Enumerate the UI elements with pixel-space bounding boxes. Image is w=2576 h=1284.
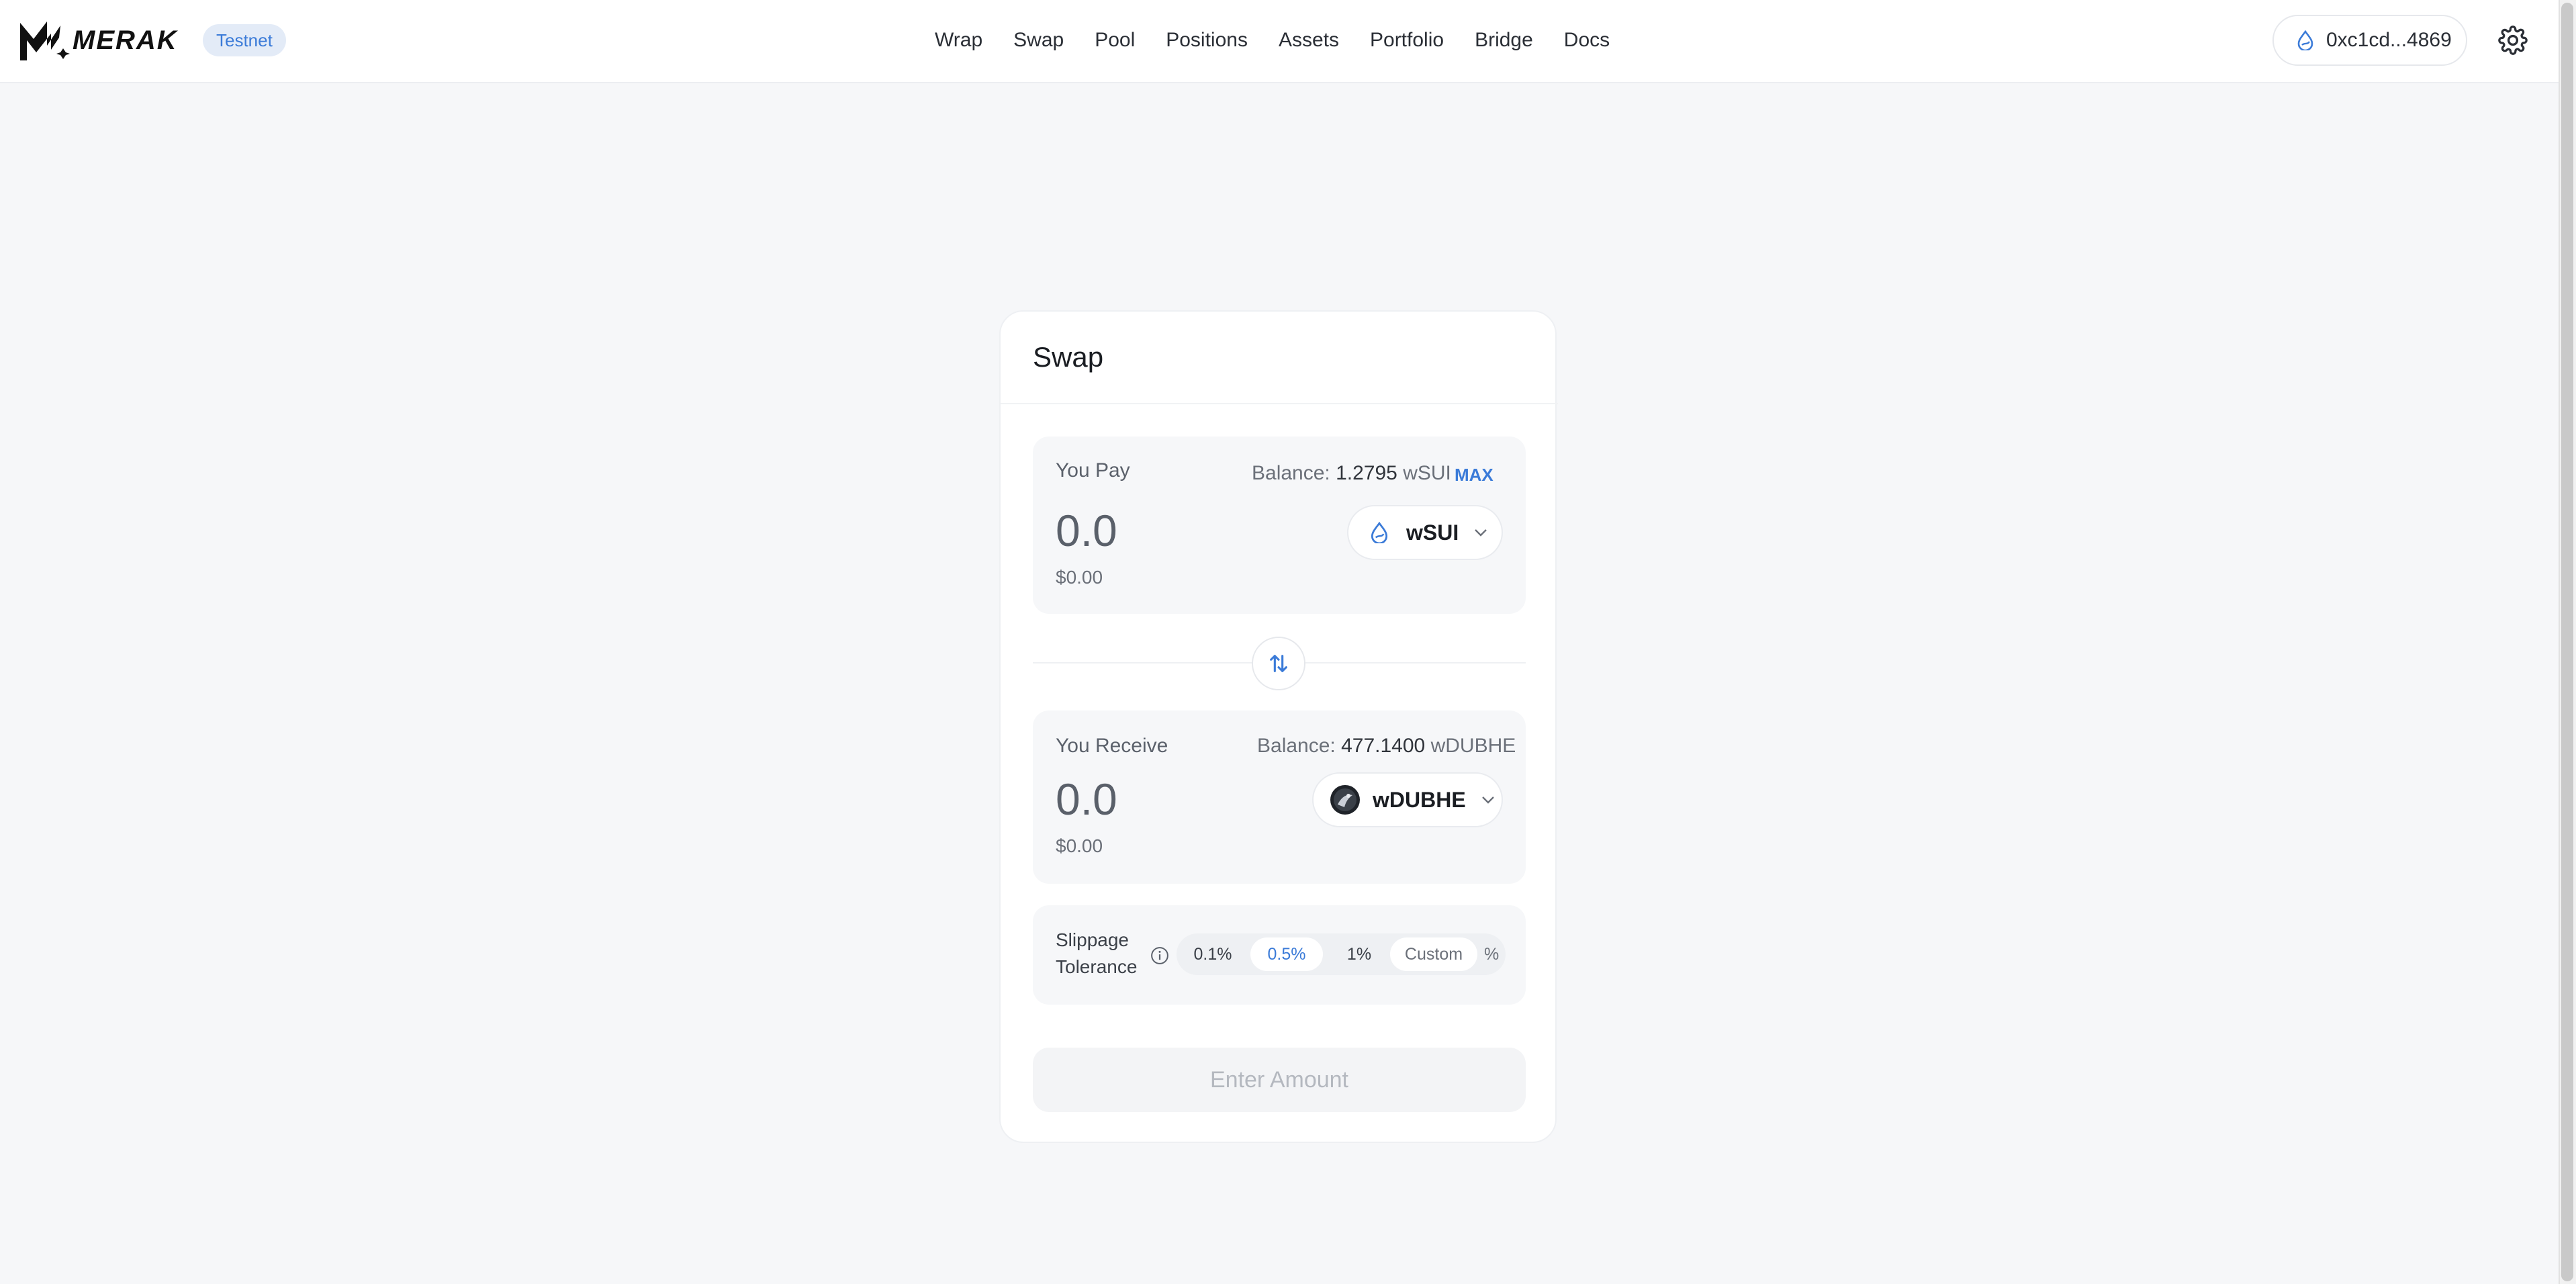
enter-amount-button[interactable]: Enter Amount [1033, 1048, 1526, 1112]
nav-assets[interactable]: Assets [1279, 26, 1339, 55]
wallet-address: 0xc1cd...4869 [2326, 29, 2452, 51]
pay-balance-prefix: Balance: [1252, 462, 1330, 484]
sui-drop-icon [1371, 522, 1388, 543]
sui-drop-icon [2297, 30, 2313, 50]
top-header: MERAK Testnet Wrap Swap Pool Positions A… [0, 0, 2559, 83]
pay-balance-token: wSUI [1403, 462, 1451, 484]
receive-balance: Balance: 477.1400 wDUBHE [1257, 735, 1516, 758]
slippage-options: 0.1% 0.5% 1% Custom % [1177, 933, 1506, 975]
merak-logo[interactable]: MERAK [19, 19, 178, 62]
receive-panel: You Receive Balance: 477.1400 wDUBHE 0.0… [1033, 710, 1526, 884]
receive-usd-value: $0.00 [1056, 835, 1103, 856]
gear-icon [2498, 26, 2528, 55]
nav-docs[interactable]: Docs [1564, 26, 1610, 55]
pay-panel: You Pay Balance: 1.2795 wSUI MAX 0.0 $0.… [1033, 437, 1526, 614]
nav-bridge[interactable]: Bridge [1475, 26, 1533, 55]
network-badge: Testnet [203, 24, 286, 56]
pay-balance: Balance: 1.2795 wSUI [1252, 462, 1451, 485]
info-icon[interactable] [1150, 946, 1170, 966]
nav-wrap[interactable]: Wrap [935, 26, 982, 55]
receive-amount-input[interactable]: 0.0 [1056, 774, 1117, 825]
nav-portfolio[interactable]: Portfolio [1370, 26, 1444, 55]
logo-wordmark: MERAK [73, 25, 178, 55]
slippage-label-line1: Slippage [1056, 929, 1129, 950]
switch-tokens-button[interactable] [1252, 637, 1305, 690]
slippage-percent-sign: % [1484, 945, 1500, 964]
wallet-button[interactable]: 0xc1cd...4869 [2272, 15, 2467, 66]
main-nav: Wrap Swap Pool Positions Assets Portfoli… [935, 26, 1610, 55]
receive-label: You Receive [1056, 735, 1168, 757]
swap-card: Swap You Pay Balance: 1.2795 wSUI MAX 0.… [999, 310, 1558, 1143]
nav-positions[interactable]: Positions [1166, 26, 1248, 55]
slippage-panel: Slippage Tolerance 0.1% 0.5% 1% Custom % [1033, 905, 1526, 1005]
nav-swap[interactable]: Swap [1013, 26, 1064, 55]
receive-balance-prefix: Balance: [1257, 735, 1336, 757]
pay-amount-input[interactable]: 0.0 [1056, 505, 1117, 556]
slippage-custom-input[interactable]: Custom [1390, 937, 1477, 971]
slippage-option-0.5[interactable]: 0.5% [1250, 937, 1323, 971]
merak-logo-icon [20, 21, 70, 60]
pay-label: You Pay [1056, 459, 1130, 481]
pay-usd-value: $0.00 [1056, 567, 1103, 588]
dubhe-token-icon [1330, 785, 1360, 815]
swap-arrows-icon [1270, 655, 1287, 672]
swap-title: Swap [1033, 341, 1104, 373]
slippage-label-line2: Tolerance [1056, 956, 1138, 977]
receive-balance-value: 477.1400 [1341, 735, 1426, 757]
slippage-option-1[interactable]: 1% [1332, 937, 1386, 971]
pay-token-selector[interactable]: wSUI [1347, 505, 1503, 560]
receive-balance-token: wDUBHE [1430, 735, 1516, 757]
slippage-label: Slippage Tolerance [1056, 927, 1137, 980]
pay-token-name: wSUI [1406, 520, 1459, 545]
chevron-down-icon [1481, 796, 1494, 804]
receive-token-name: wDUBHE [1373, 787, 1466, 812]
chevron-down-icon [1475, 529, 1487, 537]
receive-token-selector[interactable]: wDUBHE [1312, 772, 1503, 827]
card-divider [1001, 403, 1558, 404]
max-button[interactable]: MAX [1455, 465, 1493, 486]
settings-button[interactable] [2498, 26, 2528, 55]
slippage-option-0.1[interactable]: 0.1% [1185, 937, 1241, 971]
pay-balance-value: 1.2795 [1336, 462, 1397, 484]
nav-pool[interactable]: Pool [1095, 26, 1135, 55]
scrollbar-thumb[interactable] [2561, 3, 2573, 1281]
